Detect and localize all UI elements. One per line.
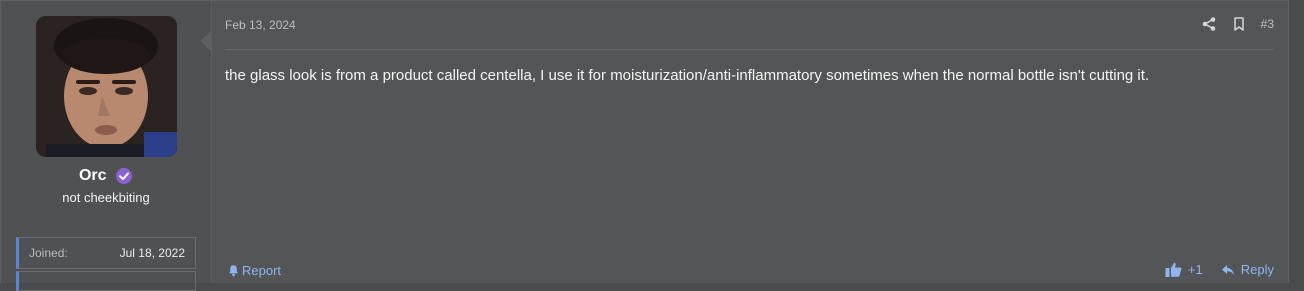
- reply-label: Reply: [1240, 262, 1274, 277]
- message-post: Orc not cheekbiting Joined: Jul 18, 2022…: [0, 0, 1289, 291]
- username[interactable]: Orc: [79, 167, 107, 184]
- bell-icon: [229, 265, 238, 277]
- user-stats-joined: Joined: Jul 18, 2022: [16, 237, 196, 269]
- username-row: Orc: [1, 167, 211, 185]
- reply-icon: [1221, 264, 1234, 275]
- user-stats-next: [16, 271, 196, 291]
- post-bottom-actions: +1 Reply: [1165, 262, 1274, 277]
- post-content: the glass look is from a product called …: [225, 67, 1150, 84]
- post-date[interactable]: Feb 13, 2024: [225, 18, 296, 32]
- report-label: Report: [242, 263, 282, 278]
- post-top-actions: #3: [1201, 16, 1274, 32]
- joined-value: Jul 18, 2022: [119, 246, 185, 260]
- user-title: not cheekbiting: [62, 190, 150, 205]
- reply-button[interactable]: Reply: [1221, 262, 1274, 277]
- reaction-count: +1: [1187, 262, 1203, 277]
- user-column: Orc not cheekbiting Joined: Jul 18, 2022: [1, 1, 212, 291]
- share-icon[interactable]: [1201, 16, 1217, 32]
- avatar-image: [36, 16, 177, 157]
- report-button[interactable]: Report: [227, 263, 281, 278]
- avatar[interactable]: [36, 16, 177, 157]
- message-arrow: [200, 31, 211, 51]
- verified-icon: [116, 168, 133, 184]
- joined-label: Joined:: [29, 246, 68, 260]
- thumbs-up-icon: [1165, 262, 1182, 277]
- post-number[interactable]: #3: [1261, 17, 1274, 31]
- bookmark-icon[interactable]: [1231, 16, 1247, 32]
- header-divider: [225, 49, 1274, 50]
- reaction-button[interactable]: +1: [1165, 262, 1203, 277]
